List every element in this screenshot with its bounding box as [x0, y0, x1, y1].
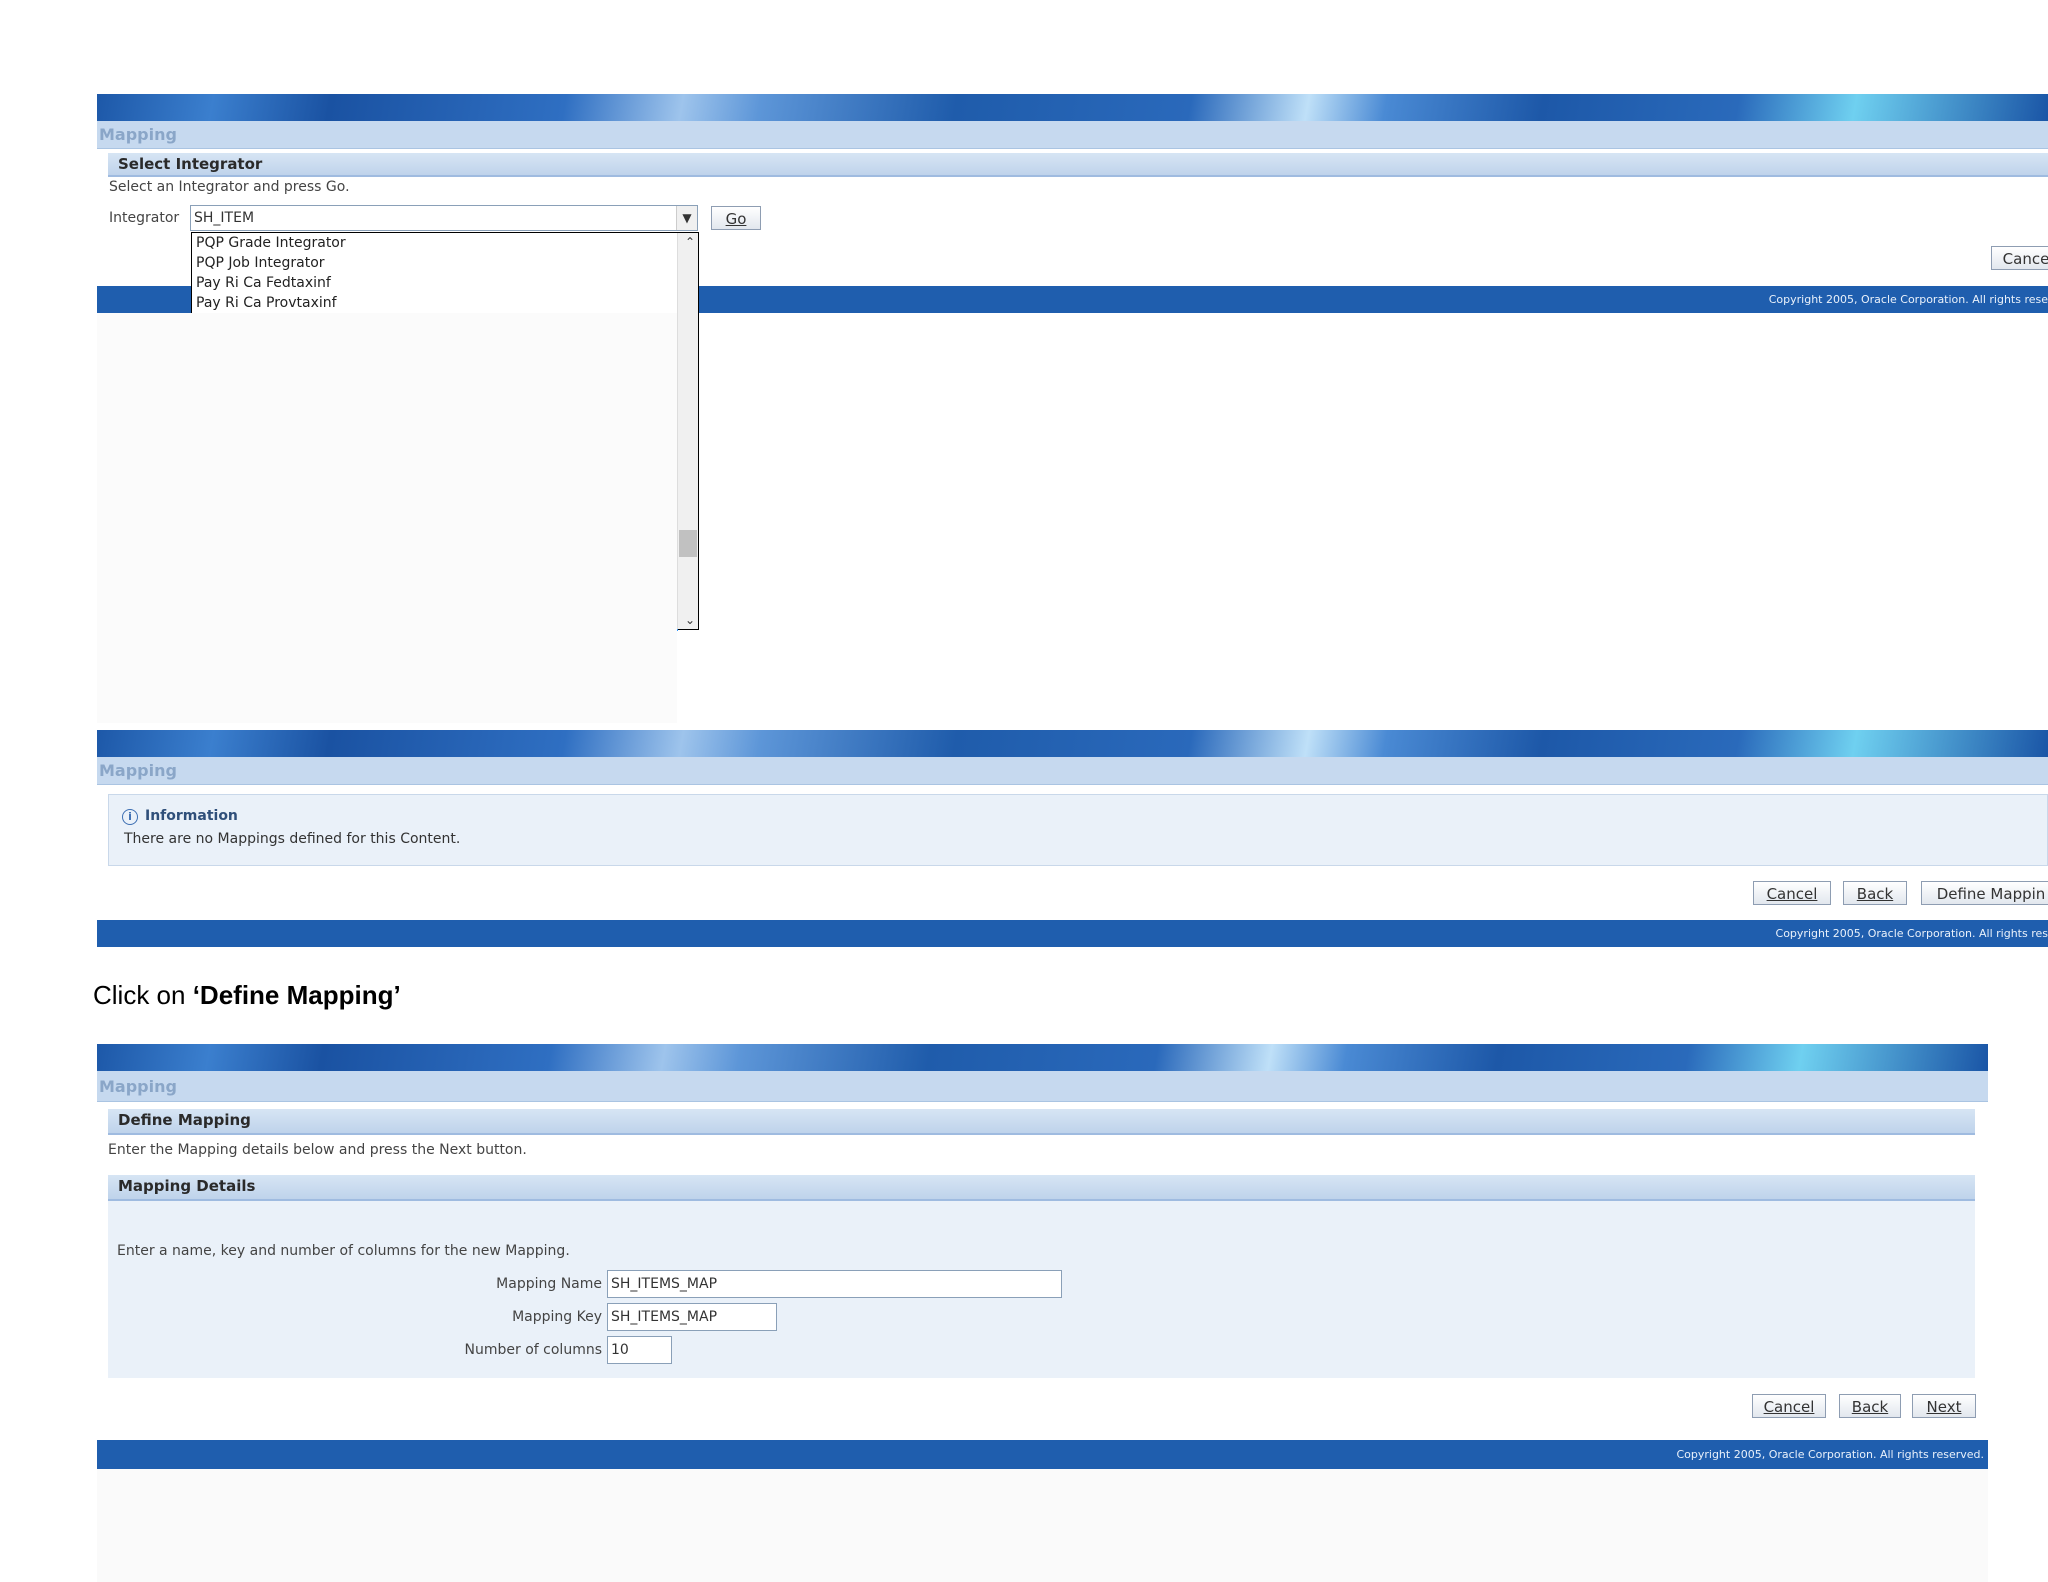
chevron-down-icon[interactable]: ▼ — [676, 206, 697, 230]
scroll-up-icon[interactable]: ⌃ — [685, 235, 695, 249]
go-button-label: Go — [725, 210, 747, 228]
integrator-select-value: SH_ITEM — [194, 210, 255, 226]
caption-bold: ‘Define Mapping’ — [192, 980, 401, 1010]
page-title: Mapping — [99, 125, 177, 144]
page-header: Mapping — [97, 757, 2048, 785]
oracle-banner — [97, 94, 2048, 121]
info-text: There are no Mappings defined for this C… — [124, 831, 461, 847]
cancel-button[interactable]: Cance — [1991, 246, 2048, 270]
cancel-button-label: Cance — [2002, 250, 2048, 268]
background-panel — [97, 313, 677, 723]
footer-bar: Copyright 2005, Oracle Corporation. All … — [97, 920, 2048, 947]
cancel-button[interactable]: Cancel — [1753, 881, 1831, 905]
cancel-button-label: Cancel — [1763, 1398, 1815, 1416]
page-title: Mapping — [99, 761, 177, 780]
define-mapping-button-label: Define Mappin — [1936, 885, 2046, 903]
copyright-text: Copyright 2005, Oracle Corporation. All … — [1676, 1448, 1984, 1461]
next-button-label: Next — [1926, 1398, 1962, 1416]
details-title: Mapping Details — [118, 1177, 256, 1195]
background-panel — [97, 1469, 1988, 1582]
instruction-text: Select an Integrator and press Go. — [109, 179, 350, 195]
back-button[interactable]: Back — [1839, 1394, 1901, 1418]
cancel-button-label: Cancel — [1766, 885, 1818, 903]
details-instruction: Enter a name, key and number of columns … — [117, 1243, 570, 1259]
integrator-label: Integrator — [109, 210, 180, 226]
go-button[interactable]: Go — [711, 206, 761, 230]
instruction-caption: Click on ‘Define Mapping’ — [93, 980, 401, 1011]
number-of-columns-value: 10 — [611, 1342, 629, 1358]
dropdown-scrollbar[interactable]: ⌃ ⌄ — [677, 233, 698, 629]
dropdown-option[interactable]: PQP Grade Integrator — [196, 233, 346, 253]
instruction-text: Enter the Mapping details below and pres… — [108, 1142, 527, 1158]
dropdown-option[interactable]: Pay Ri Ca Fedtaxinf — [196, 273, 331, 293]
page-header: Mapping — [97, 1071, 1988, 1102]
copyright-text: Copyright 2005, Oracle Corporation. All … — [1775, 927, 2048, 940]
panel-header: Define Mapping — [108, 1109, 1975, 1135]
page-title: Mapping — [99, 1077, 177, 1096]
info-title: Information — [145, 808, 238, 824]
details-header: Mapping Details — [108, 1175, 1975, 1201]
integrator-select[interactable]: SH_ITEM ▼ — [190, 205, 698, 231]
back-button-label: Back — [1856, 885, 1894, 903]
back-button-label: Back — [1851, 1398, 1889, 1416]
oracle-banner — [97, 1044, 1988, 1071]
back-button[interactable]: Back — [1843, 881, 1907, 905]
panel-header: Select Integrator — [108, 153, 2048, 177]
screenshot-define-mapping: Mapping Define Mapping Enter the Mapping… — [97, 1044, 1988, 1469]
number-of-columns-field[interactable]: 10 — [607, 1336, 672, 1364]
scroll-down-icon[interactable]: ⌄ — [685, 613, 695, 627]
define-mapping-button[interactable]: Define Mappin — [1921, 881, 2048, 905]
mapping-name-value: SH_ITEMS_MAP — [611, 1276, 718, 1292]
mapping-name-label: Mapping Name — [496, 1276, 602, 1292]
copyright-text: Copyright 2005, Oracle Corporation. All … — [1768, 293, 2048, 306]
panel-title: Select Integrator — [118, 155, 263, 173]
dropdown-option[interactable]: Pay Ri Ca Provtaxinf — [196, 293, 337, 313]
mapping-key-label: Mapping Key — [512, 1309, 602, 1325]
scrollbar-thumb[interactable] — [679, 530, 697, 557]
mapping-details-panel: Mapping Details Enter a name, key and nu… — [108, 1175, 1975, 1378]
number-of-columns-label: Number of columns — [464, 1342, 602, 1358]
footer-bar: Copyright 2005, Oracle Corporation. All … — [97, 1440, 1988, 1469]
cancel-button[interactable]: Cancel — [1752, 1394, 1826, 1418]
dropdown-option[interactable]: PQP Job Integrator — [196, 253, 325, 273]
next-button[interactable]: Next — [1912, 1394, 1976, 1418]
mapping-name-field[interactable]: SH_ITEMS_MAP — [607, 1270, 1062, 1298]
screenshot-no-mappings: Mapping i Information There are no Mappi… — [97, 730, 2048, 947]
info-icon: i — [122, 809, 138, 825]
caption-prefix: Click on — [93, 980, 193, 1010]
mapping-key-value: SH_ITEMS_MAP — [611, 1309, 718, 1325]
panel-title: Define Mapping — [118, 1111, 251, 1129]
oracle-banner — [97, 730, 2048, 757]
mapping-key-field[interactable]: SH_ITEMS_MAP — [607, 1303, 777, 1331]
page-header: Mapping — [97, 121, 2048, 149]
info-box: i Information There are no Mappings defi… — [108, 794, 2048, 866]
